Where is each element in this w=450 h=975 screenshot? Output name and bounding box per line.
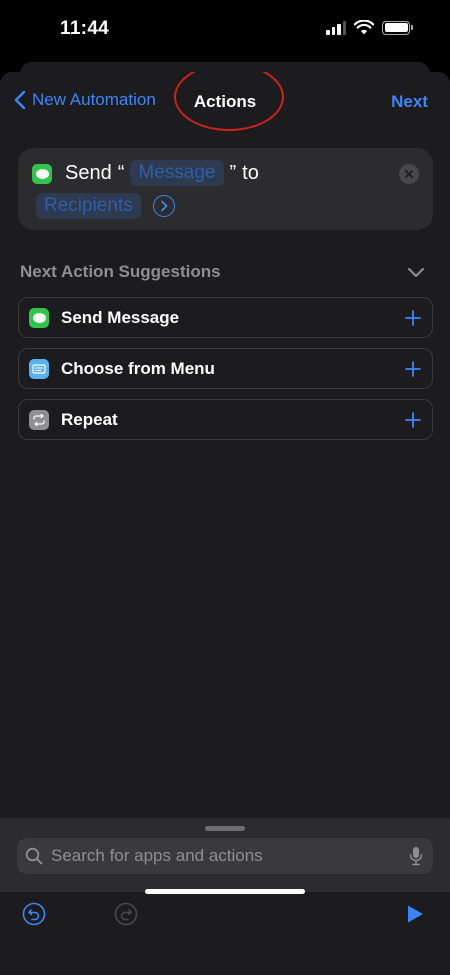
battery-icon xyxy=(382,20,413,35)
suggestion-send-message[interactable]: Send Message xyxy=(18,297,433,338)
wifi-icon xyxy=(354,20,374,35)
suggestion-choose-from-menu[interactable]: Choose from Menu xyxy=(18,348,433,389)
messages-icon xyxy=(29,307,49,328)
search-icon xyxy=(25,847,43,865)
expand-chevron-icon[interactable] xyxy=(152,195,175,217)
cellular-signal-icon xyxy=(326,20,346,35)
home-indicator[interactable] xyxy=(145,889,305,894)
action-line-2: Recipients xyxy=(36,193,175,219)
repeat-icon xyxy=(29,409,49,430)
add-icon[interactable] xyxy=(404,309,422,327)
suggestion-label: Send Message xyxy=(61,307,180,327)
nav-bar: New Automation Actions Next xyxy=(0,72,450,132)
remove-action-button[interactable] xyxy=(399,164,419,184)
back-button[interactable]: New Automation xyxy=(14,90,156,110)
open-quote: “ xyxy=(117,161,125,184)
undo-button[interactable] xyxy=(22,902,46,926)
annotation-circle xyxy=(174,72,284,131)
suggestion-repeat[interactable]: Repeat xyxy=(18,399,433,440)
search-input[interactable]: Search for apps and actions xyxy=(51,846,409,866)
search-bar[interactable]: Search for apps and actions xyxy=(17,838,433,874)
send-message-action[interactable]: Send “ Message ” to Recipients xyxy=(18,148,433,230)
undo-icon xyxy=(22,902,46,926)
actions-sheet: New Automation Actions Next Send “ Messa… xyxy=(0,72,450,975)
play-icon xyxy=(408,905,423,923)
suggestion-label: Repeat xyxy=(61,409,118,429)
menu-icon xyxy=(29,358,49,379)
suggestions-title: Next Action Suggestions xyxy=(20,262,221,281)
chevron-left-icon xyxy=(14,90,26,110)
redo-icon xyxy=(114,902,138,926)
microphone-icon[interactable] xyxy=(409,846,423,866)
action-search-panel: Search for apps and actions xyxy=(0,818,450,975)
next-button[interactable]: Next xyxy=(391,92,428,112)
add-icon[interactable] xyxy=(404,411,422,429)
status-bar: 11:44 xyxy=(0,0,450,60)
message-token[interactable]: Message xyxy=(130,160,224,186)
editor-toolbar xyxy=(0,892,450,975)
action-verb: Send xyxy=(65,161,112,184)
back-label: New Automation xyxy=(32,90,156,109)
add-icon[interactable] xyxy=(404,360,422,378)
screen: 11:44 New Automation Actions Next Send “… xyxy=(0,0,450,975)
to-label: to xyxy=(242,161,259,184)
suggestions-header[interactable]: Next Action Suggestions xyxy=(20,262,425,282)
run-button[interactable] xyxy=(403,902,427,926)
suggestion-label: Choose from Menu xyxy=(61,358,215,378)
chevron-down-icon[interactable] xyxy=(407,267,425,278)
status-icons xyxy=(326,20,413,35)
recipients-token[interactable]: Recipients xyxy=(36,193,141,219)
redo-button[interactable] xyxy=(114,902,138,926)
close-icon xyxy=(405,170,413,178)
sheet-grabber[interactable] xyxy=(205,826,245,831)
action-line-1: Send “ Message ” to xyxy=(65,160,259,186)
status-time: 11:44 xyxy=(60,18,110,39)
close-quote: ” xyxy=(229,161,237,184)
messages-icon xyxy=(32,164,52,184)
